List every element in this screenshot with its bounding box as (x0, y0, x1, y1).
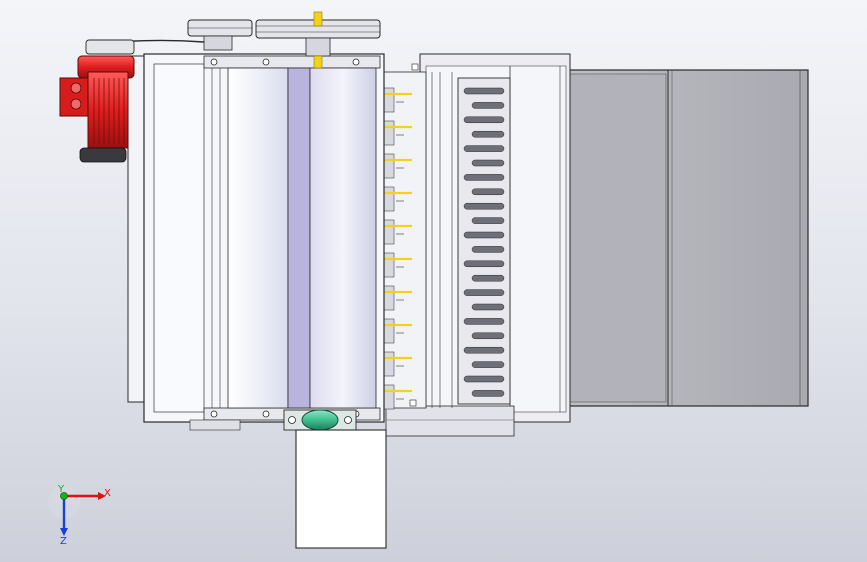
rake-slot (463, 375, 505, 383)
cad-viewport[interactable]: X Y Z (0, 0, 867, 562)
rake-slot (471, 332, 505, 340)
rake-slot (471, 274, 505, 282)
feed-roller-shaded[interactable] (287, 67, 311, 409)
tine-block (383, 87, 395, 113)
tine-block (383, 351, 395, 377)
tine-block (383, 318, 395, 344)
triad-z-label: Z (60, 536, 67, 547)
rake-slot (471, 217, 505, 224)
feed-roller-rear[interactable] (309, 67, 377, 409)
triad-z-arrow-icon (60, 528, 68, 536)
triad-x-label: X (104, 488, 111, 499)
rake-plate[interactable] (457, 77, 511, 405)
rake-slot (463, 202, 505, 210)
tine-block (383, 219, 395, 245)
tine-block (383, 384, 395, 410)
drive-pulley-small[interactable] (187, 19, 253, 51)
coordinate-triad[interactable]: X Y Z (48, 484, 111, 547)
tine-block (383, 186, 395, 212)
rake-slot (471, 361, 505, 368)
rake-slot (463, 116, 505, 124)
rake-slot (463, 346, 505, 354)
machine-assembly[interactable] (59, 11, 809, 549)
rake-slot (471, 390, 505, 397)
tine-block (383, 120, 395, 146)
tine-block (383, 252, 395, 278)
tine-block (383, 153, 395, 179)
rake-slot (471, 130, 505, 138)
tine-block (383, 285, 395, 311)
gear-motor[interactable] (59, 55, 135, 163)
inlet-chute[interactable] (295, 429, 387, 549)
drive-belt (85, 39, 205, 55)
rake-slot (463, 260, 505, 268)
rake-slot (471, 188, 505, 196)
rake-slot (463, 289, 505, 296)
rake-slot (463, 87, 505, 95)
rake-slot (463, 231, 505, 239)
rake-slot (463, 174, 505, 181)
rake-slot (471, 246, 505, 253)
rake-slot (471, 102, 505, 109)
rake-slot (463, 318, 505, 325)
rake-slot (463, 145, 505, 152)
rake-slot (471, 303, 505, 311)
rake-slot (471, 159, 505, 167)
triad-y-label: Y (57, 484, 65, 495)
